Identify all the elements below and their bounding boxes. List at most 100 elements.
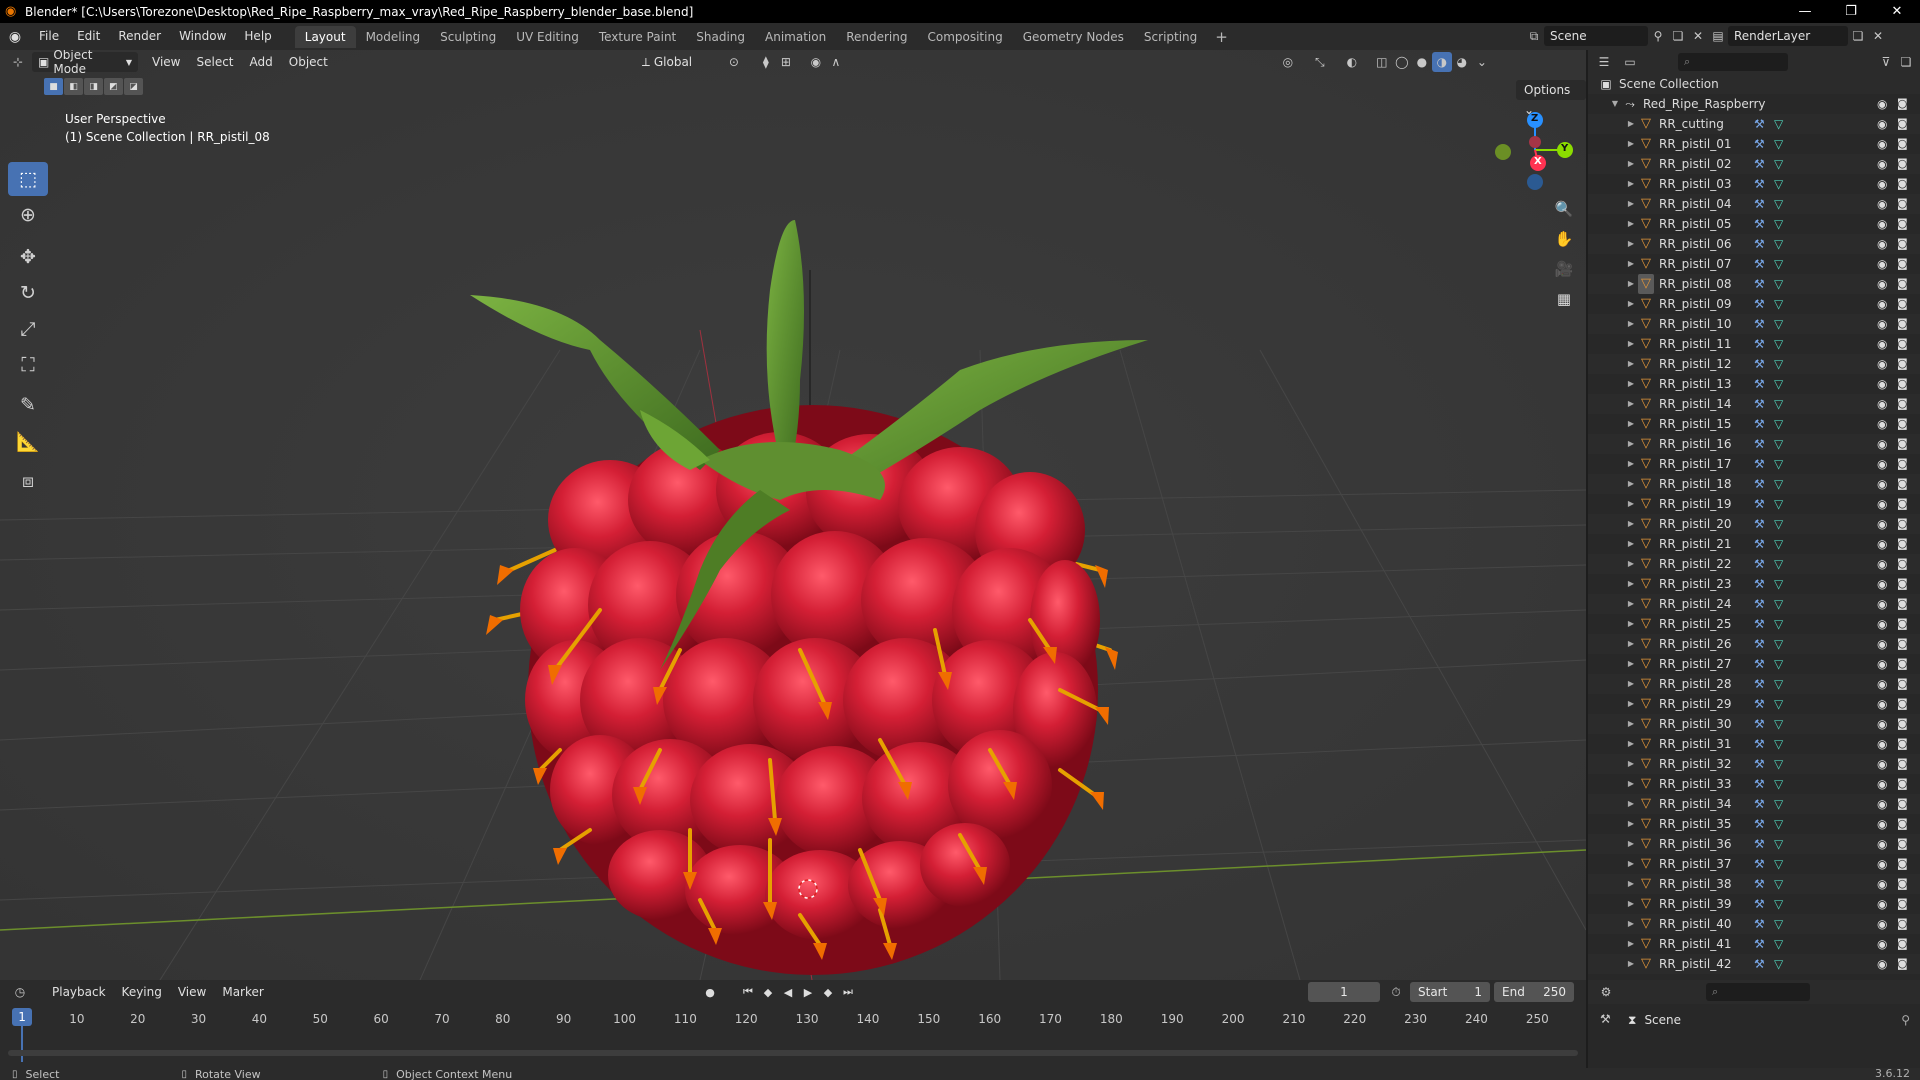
expand-caret-icon[interactable]: ▶ <box>1624 494 1638 514</box>
expand-caret-icon[interactable]: ▶ <box>1624 754 1638 774</box>
outliner-object-row[interactable]: ▶ ▽ RR_pistil_14 ⚒ ▽ ◉ ◙ <box>1588 394 1920 414</box>
modifier-wrench-icon[interactable]: ⚒ <box>1754 814 1765 834</box>
render-camera-icon[interactable]: ◙ <box>1897 854 1908 874</box>
render-camera-icon[interactable]: ◙ <box>1897 634 1908 654</box>
outliner-object-row[interactable]: ▶ ▽ RR_pistil_25 ⚒ ▽ ◉ ◙ <box>1588 614 1920 634</box>
collection-caret-icon[interactable]: ▼ <box>1608 94 1622 114</box>
modifier-wrench-icon[interactable]: ⚒ <box>1754 234 1765 254</box>
eye-icon[interactable]: ◉ <box>1877 94 1887 114</box>
mode-dropdown[interactable]: ▣ Object Mode ▼ <box>32 50 138 76</box>
render-camera-icon[interactable]: ◙ <box>1897 874 1908 894</box>
render-camera-icon[interactable]: ◙ <box>1897 194 1908 214</box>
expand-caret-icon[interactable]: ▶ <box>1624 874 1638 894</box>
tab-layout[interactable]: Layout <box>294 25 356 48</box>
mesh-data-icon[interactable]: ▽ <box>1774 854 1783 874</box>
modifier-wrench-icon[interactable]: ⚒ <box>1754 714 1765 734</box>
eye-icon[interactable]: ◉ <box>1877 434 1887 454</box>
properties-search-input[interactable]: ⌕ <box>1706 983 1810 1001</box>
eye-icon[interactable]: ◉ <box>1877 474 1887 494</box>
eye-icon[interactable]: ◉ <box>1877 594 1887 614</box>
modifier-wrench-icon[interactable]: ⚒ <box>1754 694 1765 714</box>
eye-icon[interactable]: ◉ <box>1877 554 1887 574</box>
outliner-object-row[interactable]: ▶ ▽ RR_pistil_42 ⚒ ▽ ◉ ◙ <box>1588 954 1920 974</box>
outliner-object-row[interactable]: ▶ ▽ RR_cutting ⚒ ▽ ◉ ◙ <box>1588 114 1920 134</box>
expand-caret-icon[interactable]: ▶ <box>1624 854 1638 874</box>
start-frame-field[interactable]: Start 1 <box>1410 982 1490 1002</box>
eye-icon[interactable]: ◉ <box>1877 194 1887 214</box>
render-camera-icon[interactable]: ◙ <box>1897 674 1908 694</box>
expand-caret-icon[interactable]: ▶ <box>1624 814 1638 834</box>
eye-icon[interactable]: ◉ <box>1877 274 1887 294</box>
view-layer-icon[interactable]: ▤ <box>1708 26 1728 46</box>
mesh-data-icon[interactable]: ▽ <box>1774 394 1783 414</box>
mesh-data-icon[interactable]: ▽ <box>1774 434 1783 454</box>
render-camera-icon[interactable]: ◙ <box>1897 454 1908 474</box>
mesh-data-icon[interactable]: ▽ <box>1774 374 1783 394</box>
render-camera-icon[interactable]: ◙ <box>1897 834 1908 854</box>
record-icon[interactable]: ● <box>700 982 720 1002</box>
render-camera-icon[interactable]: ◙ <box>1897 94 1908 114</box>
modifier-wrench-icon[interactable]: ⚒ <box>1754 194 1765 214</box>
new-view-layer-icon[interactable]: ❏ <box>1848 26 1868 46</box>
timeline-scrollbar[interactable] <box>8 1050 1578 1056</box>
expand-caret-icon[interactable]: ▶ <box>1624 174 1638 194</box>
modifier-wrench-icon[interactable]: ⚒ <box>1754 154 1765 174</box>
eye-icon[interactable]: ◉ <box>1877 614 1887 634</box>
select-extend-icon[interactable]: ◧ <box>64 78 83 95</box>
falloff-icon[interactable]: ∧ <box>826 52 846 72</box>
close-button[interactable]: ✕ <box>1874 0 1920 23</box>
eye-icon[interactable]: ◉ <box>1877 414 1887 434</box>
render-camera-icon[interactable]: ◙ <box>1897 154 1908 174</box>
camera-view-icon[interactable]: 🎥 <box>1552 257 1576 281</box>
outliner-object-row[interactable]: ▶ ▽ RR_pistil_09 ⚒ ▽ ◉ ◙ <box>1588 294 1920 314</box>
snap-icon[interactable]: ⧫ <box>756 52 776 72</box>
render-camera-icon[interactable]: ◙ <box>1897 134 1908 154</box>
eye-icon[interactable]: ◉ <box>1877 734 1887 754</box>
timeline-editor-icon[interactable]: ◷ <box>10 982 30 1002</box>
rendered-shading-icon[interactable]: ◕ <box>1452 52 1472 72</box>
mesh-data-icon[interactable]: ▽ <box>1774 274 1783 294</box>
solid-shading-icon[interactable]: ● <box>1412 52 1432 72</box>
editor-type-icon[interactable]: ⊹ <box>8 52 28 72</box>
modifier-wrench-icon[interactable]: ⚒ <box>1754 854 1765 874</box>
pin-icon[interactable]: ⚲ <box>1648 26 1668 46</box>
render-camera-icon[interactable]: ◙ <box>1897 914 1908 934</box>
select-subtract-icon[interactable]: ◨ <box>84 78 103 95</box>
menu-edit[interactable]: Edit <box>68 23 109 50</box>
menu-keying[interactable]: Keying <box>114 985 170 999</box>
eye-icon[interactable]: ◉ <box>1877 654 1887 674</box>
tab-uv-editing[interactable]: UV Editing <box>506 26 589 48</box>
render-camera-icon[interactable]: ◙ <box>1897 414 1908 434</box>
mesh-data-icon[interactable]: ▽ <box>1774 414 1783 434</box>
expand-caret-icon[interactable]: ▶ <box>1624 614 1638 634</box>
transform-icon[interactable]: ⛶ <box>8 348 48 382</box>
eye-icon[interactable]: ◉ <box>1877 854 1887 874</box>
modifier-wrench-icon[interactable]: ⚒ <box>1754 574 1765 594</box>
outliner[interactable]: ☰ ▭ ⌕ ⊽ ❏ ▣ Scene Collection ▼ ⤳ Red_Rip… <box>1588 50 1920 980</box>
outliner-object-row[interactable]: ▶ ▽ RR_pistil_11 ⚒ ▽ ◉ ◙ <box>1588 334 1920 354</box>
mesh-data-icon[interactable]: ▽ <box>1774 834 1783 854</box>
outliner-object-row[interactable]: ▶ ▽ RR_pistil_33 ⚒ ▽ ◉ ◙ <box>1588 774 1920 794</box>
expand-caret-icon[interactable]: ▶ <box>1624 354 1638 374</box>
tools-tab-icon[interactable]: ⚒ <box>1600 1012 1611 1026</box>
modifier-wrench-icon[interactable]: ⚒ <box>1754 214 1765 234</box>
outliner-object-row[interactable]: ▶ ▽ RR_pistil_35 ⚒ ▽ ◉ ◙ <box>1588 814 1920 834</box>
outliner-object-row[interactable]: ▶ ▽ RR_pistil_19 ⚒ ▽ ◉ ◙ <box>1588 494 1920 514</box>
mesh-data-icon[interactable]: ▽ <box>1774 794 1783 814</box>
modifier-wrench-icon[interactable]: ⚒ <box>1754 174 1765 194</box>
mesh-data-icon[interactable]: ▽ <box>1774 154 1783 174</box>
outliner-object-row[interactable]: ▶ ▽ RR_pistil_15 ⚒ ▽ ◉ ◙ <box>1588 414 1920 434</box>
expand-caret-icon[interactable]: ▶ <box>1624 554 1638 574</box>
modifier-wrench-icon[interactable]: ⚒ <box>1754 634 1765 654</box>
eye-icon[interactable]: ◉ <box>1877 374 1887 394</box>
render-camera-icon[interactable]: ◙ <box>1897 394 1908 414</box>
render-camera-icon[interactable]: ◙ <box>1897 474 1908 494</box>
delete-view-layer-icon[interactable]: ✕ <box>1868 26 1888 46</box>
mesh-data-icon[interactable]: ▽ <box>1774 534 1783 554</box>
gizmos-icon[interactable]: ⤡ <box>1310 52 1330 72</box>
render-camera-icon[interactable]: ◙ <box>1897 494 1908 514</box>
eye-icon[interactable]: ◉ <box>1877 534 1887 554</box>
expand-caret-icon[interactable]: ▶ <box>1624 694 1638 714</box>
modifier-wrench-icon[interactable]: ⚒ <box>1754 554 1765 574</box>
modifier-wrench-icon[interactable]: ⚒ <box>1754 494 1765 514</box>
